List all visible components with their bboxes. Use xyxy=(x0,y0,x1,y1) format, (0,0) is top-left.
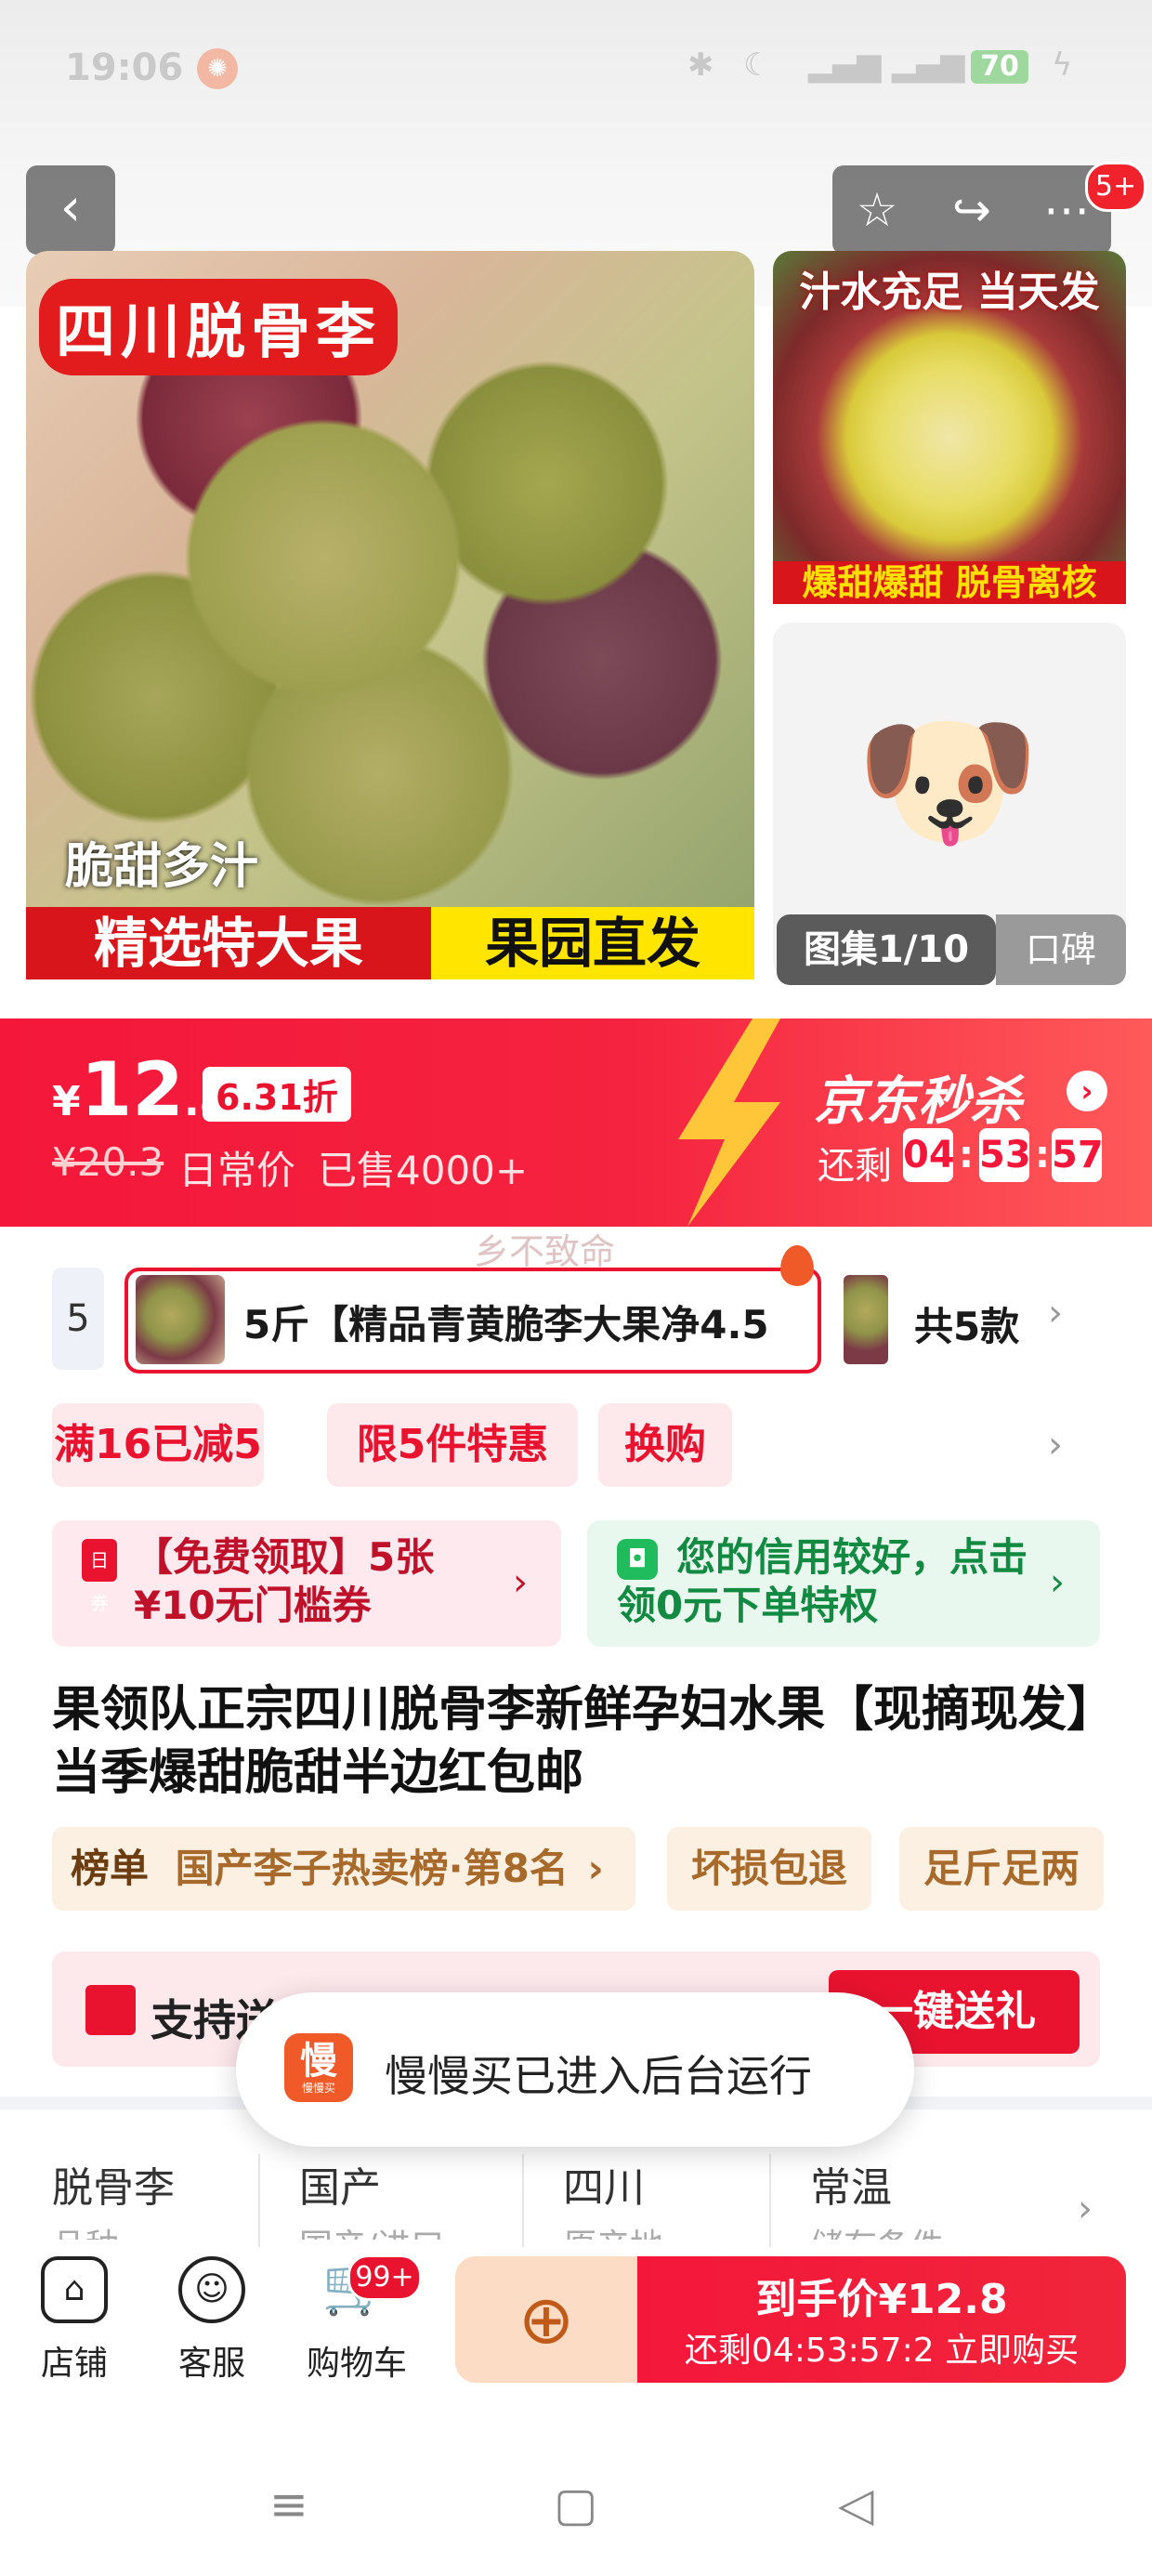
battery-icon: 70 xyxy=(971,50,1028,84)
price-integer: 12 xyxy=(80,1046,184,1133)
spec-value: 四川 xyxy=(563,2164,645,2212)
sku-option-next[interactable] xyxy=(844,1275,888,1364)
promo-chip[interactable]: 换购 xyxy=(598,1403,732,1487)
customer-service-icon[interactable]: ☺ xyxy=(178,2256,245,2323)
action-group: ☆ ↪ ⋯ xyxy=(832,165,1111,255)
cart-badge: 99+ xyxy=(347,2254,422,2301)
signal-icon-2: ▂▄▆ xyxy=(892,46,965,84)
jd-dog-logo-icon: 🐶 xyxy=(855,693,1041,867)
share-icon[interactable]: ↪ xyxy=(927,165,1016,255)
chevron-right-icon[interactable]: › xyxy=(1078,2188,1093,2230)
spec-value: 脱骨李 xyxy=(52,2164,175,2212)
spec-label: 原产地 xyxy=(563,2219,663,2240)
lightning-icon xyxy=(678,1019,780,1227)
spec-label: 储存条件 xyxy=(810,2219,944,2240)
image-tag-title: 四川脱骨李 xyxy=(39,279,398,375)
image-caption: 脆甜多汁 xyxy=(65,839,259,895)
add-to-cart-button[interactable]: ⊕ xyxy=(455,2256,637,2383)
bluetooth-icon: ✱ xyxy=(687,46,714,84)
home-icon[interactable]: ▢ xyxy=(554,2477,597,2531)
favorite-star-icon[interactable]: ☆ xyxy=(832,165,922,255)
service-tag[interactable]: 坏损包退 xyxy=(667,1827,871,1911)
chevron-right-icon: › xyxy=(587,1846,604,1891)
status-bar: 19:06 ✺ ✱ ☾ ▂▄▆ ▂▄▆ 70 ϟ xyxy=(0,37,1152,102)
spec-divider xyxy=(522,2154,524,2247)
discount-badge: 6.31折 xyxy=(203,1067,351,1122)
notification-badge: 5+ xyxy=(1085,162,1146,212)
buy-price-text: 到手价¥12.8 xyxy=(755,2276,1008,2323)
chevron-right-icon: › xyxy=(1050,1561,1065,1604)
sku-label: 5斤【精品青黄脆李大果净4.5 xyxy=(243,1302,769,1347)
toast-text: 慢慢买已进入后台运行 xyxy=(385,2051,812,2101)
promo-chip[interactable]: 满16已减5 xyxy=(52,1403,264,1487)
shop-label[interactable]: 店铺 xyxy=(19,2336,130,2385)
ranking-label: 榜单 xyxy=(71,1846,150,1891)
countdown-colon: : xyxy=(959,1134,974,1176)
cart-label[interactable]: 购物车 xyxy=(301,2336,412,2385)
app-notification-icon: ✺ xyxy=(197,48,238,89)
chevron-right-icon: › xyxy=(513,1561,528,1604)
shop-icon[interactable]: ⌂ xyxy=(41,2256,108,2323)
countdown-hours: 04 xyxy=(903,1128,955,1182)
hot-fire-icon xyxy=(780,1245,814,1286)
spec-label: 国产/进口 xyxy=(299,2219,444,2240)
review-tab[interactable]: 口碑 xyxy=(996,914,1126,985)
original-price: ¥20.3 xyxy=(52,1139,164,1185)
image-banner-right: 果园直发 xyxy=(431,907,754,979)
sku-option-prev[interactable]: 5 xyxy=(52,1268,104,1370)
credit-privilege-text: 您的信用较好，点击领0元下单特权 xyxy=(617,1534,1028,1628)
chevron-right-icon[interactable]: › xyxy=(1048,1424,1063,1466)
status-time: 19:06 xyxy=(65,46,184,89)
original-price-label: 日常价 xyxy=(178,1148,296,1193)
gift-icon xyxy=(85,1985,136,2035)
service-label[interactable]: 客服 xyxy=(156,2336,268,2385)
back-button[interactable]: ‹ xyxy=(26,165,115,255)
gallery-counter[interactable]: 图集1/10 xyxy=(777,914,996,985)
menu-icon[interactable]: ≡ xyxy=(269,2477,308,2531)
spec-divider xyxy=(258,2154,260,2247)
buy-countdown-text: 还剩04:53:57:2 立即购买 xyxy=(684,2332,1080,2370)
thumb-caption-top: 汁水充足 当天发 xyxy=(799,269,1100,316)
promo-chip[interactable]: 限5件特惠 xyxy=(327,1403,578,1487)
signal-icon-1: ▂▄▆ xyxy=(808,46,882,84)
countdown-label: 还剩 xyxy=(818,1145,892,1188)
ranking-text: 国产李子热卖榜·第8名 xyxy=(175,1846,569,1891)
countdown-colon: : xyxy=(1035,1134,1050,1176)
watermark-text: 乡不致命 xyxy=(474,1231,616,1272)
sku-thumbnail xyxy=(136,1275,225,1364)
countdown-minutes: 53 xyxy=(979,1128,1031,1182)
app-logo-caption: 慢慢买 xyxy=(301,2082,335,2095)
product-title: 果领队正宗四川脱骨李新鲜孕妇水果【现摘现发】当季爆甜脆甜半边红包邮 xyxy=(52,1682,1092,1801)
thumb-caption-bottom: 爆甜爆甜 脱骨离核 xyxy=(773,561,1126,604)
sold-count: 已售4000+ xyxy=(318,1148,529,1193)
seckill-title[interactable]: 京东秒杀 xyxy=(814,1059,1022,1135)
countdown-seconds: 57 xyxy=(1052,1128,1104,1182)
charging-icon: ϟ xyxy=(1052,46,1073,84)
chevron-right-icon[interactable]: › xyxy=(1048,1292,1063,1334)
coupon-text: 【免费领取】5张¥10无门槛券 xyxy=(134,1534,435,1628)
back-triangle-icon[interactable]: ◁ xyxy=(838,2477,873,2531)
ranking-tag[interactable]: 榜单 国产李子热卖榜·第8名 › xyxy=(52,1827,635,1911)
service-tag[interactable]: 足斤足两 xyxy=(899,1827,1104,1911)
image-banner-left: 精选特大果 xyxy=(26,907,431,979)
chevron-right-icon[interactable]: › xyxy=(1067,1071,1107,1111)
spec-value: 国产 xyxy=(299,2164,381,2212)
price-currency: ¥ xyxy=(52,1078,81,1125)
cart-plus-icon: ⊕ xyxy=(517,2280,575,2359)
sku-total-count[interactable]: 共5款 xyxy=(914,1295,1019,1352)
do-not-disturb-icon: ☾ xyxy=(743,46,772,84)
current-price: ¥12.8 xyxy=(52,1046,228,1133)
spec-divider xyxy=(769,2154,771,2247)
chevron-left-icon: ‹ xyxy=(59,177,82,238)
spec-value: 常温 xyxy=(810,2164,892,2212)
coupon-icon: 日券 xyxy=(82,1539,117,1614)
spec-label: 品种 xyxy=(52,2219,119,2240)
